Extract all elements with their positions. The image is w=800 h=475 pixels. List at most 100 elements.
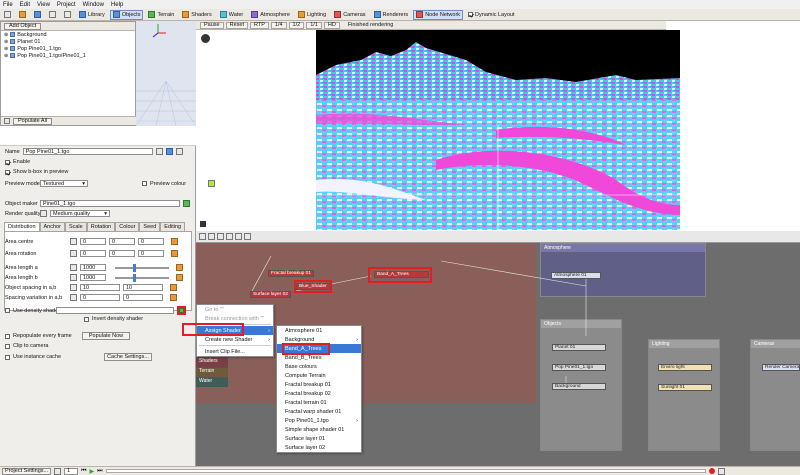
- tab-rotation[interactable]: Rotation: [86, 222, 116, 231]
- new-icon[interactable]: [1, 10, 14, 20]
- render-hd-button[interactable]: HD: [323, 21, 340, 29]
- render-pause-button[interactable]: Pause: [200, 21, 224, 29]
- populate-options-icon[interactable]: [4, 118, 10, 124]
- field-value-input[interactable]: 0: [109, 250, 135, 257]
- submenu-item-surface-layer-01[interactable]: Surface layer 01: [277, 434, 361, 443]
- add-object-button[interactable]: Add Object: [4, 22, 42, 30]
- field-value-input[interactable]: 0: [138, 238, 164, 245]
- play-icon[interactable]: ▶: [90, 468, 95, 475]
- node-planet[interactable]: Planet 01: [552, 344, 606, 351]
- value-slider[interactable]: [115, 273, 169, 282]
- context-menu-item-create-new-shader[interactable]: Create new Shader ›: [197, 335, 273, 344]
- preview-colour-checkbox[interactable]: [142, 181, 147, 186]
- toolbar-atmosphere-button[interactable]: Atmosphere: [248, 10, 293, 20]
- use-instance-cache-checkbox[interactable]: [5, 354, 10, 360]
- toolbar-renderers-button[interactable]: Renderers: [371, 10, 412, 20]
- toolbar-cameras-button[interactable]: Cameras: [331, 10, 368, 20]
- toolbar-objects-button[interactable]: Objects: [109, 9, 144, 20]
- submenu-item-simple-shape-shader-01[interactable]: Simple shape shader 01: [277, 425, 361, 434]
- field-mode-icon[interactable]: [70, 294, 77, 301]
- settings-icon[interactable]: [54, 467, 62, 475]
- object-preview[interactable]: [135, 21, 197, 127]
- toolbar-water-button[interactable]: Water: [217, 10, 246, 20]
- populate-all-button[interactable]: Populate All: [13, 117, 53, 125]
- panel-options-icon[interactable]: [175, 148, 183, 155]
- submenu-item-fractal-terrain-01[interactable]: Fractal terrain 01: [277, 398, 361, 407]
- field-mode-icon[interactable]: [70, 238, 77, 245]
- node-copy-icon[interactable]: [226, 233, 233, 240]
- node-render-camera[interactable]: Render Camera: [762, 364, 800, 371]
- field-value-input[interactable]: 1000: [80, 264, 106, 271]
- field-mode-icon[interactable]: [70, 274, 77, 281]
- field-link-icon[interactable]: [170, 284, 177, 291]
- menu-edit[interactable]: Edit: [20, 2, 30, 8]
- field-value-input[interactable]: 0: [80, 250, 106, 257]
- submenu-item-pop-pine01-1-tgo[interactable]: Pop Pine01_1.tgo ›: [277, 416, 361, 425]
- field-link-icon[interactable]: [171, 238, 178, 245]
- field-link-icon[interactable]: [171, 250, 178, 257]
- node-sunlight[interactable]: Sunlight 01: [658, 384, 712, 391]
- tab-anchor[interactable]: Anchor: [39, 222, 65, 231]
- preview-colour-swatch[interactable]: [208, 180, 216, 187]
- expand-icon[interactable]: ⊕: [4, 53, 8, 59]
- redo-icon[interactable]: [61, 10, 74, 20]
- toolbar-terrain-button[interactable]: Terrain: [145, 10, 177, 20]
- name-options-icon[interactable]: [155, 148, 163, 155]
- render-corner-icon[interactable]: [200, 221, 206, 227]
- frame-input[interactable]: 1: [64, 467, 79, 475]
- value-slider[interactable]: [115, 263, 169, 272]
- timeline-slider[interactable]: [105, 469, 706, 473]
- node-pop-pine[interactable]: Pop Pine01_1.tgo: [552, 364, 606, 371]
- populate-now-button[interactable]: Populate Now: [82, 332, 130, 340]
- first-frame-icon[interactable]: ⏮: [81, 468, 86, 475]
- render-quality-select[interactable]: Medium quality ▾: [50, 210, 110, 217]
- slider-handle[interactable]: [133, 273, 136, 282]
- expand-icon[interactable]: ⊕: [4, 32, 8, 38]
- menu-window[interactable]: Window: [83, 2, 104, 8]
- field-value-input[interactable]: 10: [80, 284, 120, 291]
- help-icon[interactable]: [165, 148, 173, 155]
- menu-view[interactable]: View: [37, 2, 50, 8]
- show-bbox-checkbox[interactable]: [5, 169, 10, 175]
- field-value-input[interactable]: 0: [109, 238, 135, 245]
- undo-icon[interactable]: [46, 10, 59, 20]
- repopulate-checkbox[interactable]: [5, 333, 10, 339]
- field-link-icon[interactable]: [170, 294, 177, 301]
- submenu-item-fractal-breakup-01[interactable]: Fractal breakup 01: [277, 380, 361, 389]
- node-cut-icon[interactable]: [217, 233, 224, 240]
- field-link-icon[interactable]: [176, 274, 183, 281]
- preview-mode-select[interactable]: Textured ▾: [40, 180, 88, 187]
- rendered-image[interactable]: [316, 30, 680, 230]
- submenu-item-base-colours[interactable]: Base colours: [277, 362, 361, 371]
- enable-checkbox[interactable]: [5, 159, 10, 165]
- density-shader-input[interactable]: [56, 307, 174, 314]
- menu-project[interactable]: Project: [57, 2, 76, 8]
- camera-icon[interactable]: [200, 33, 211, 44]
- open-icon[interactable]: [16, 10, 29, 20]
- submenu-item-compute-terrain[interactable]: Compute Terrain: [277, 371, 361, 380]
- record-icon[interactable]: [708, 468, 715, 474]
- field-value-input[interactable]: 1000: [80, 274, 106, 281]
- field-mode-icon[interactable]: [70, 284, 77, 291]
- scene-tree-item[interactable]: ⊕ Pop Pine01_1.tgo: [1, 45, 135, 52]
- field-value-input[interactable]: 0: [80, 238, 106, 245]
- toolbar-node-network-button[interactable]: Node Network: [413, 9, 464, 20]
- field-link-icon[interactable]: [176, 264, 183, 271]
- next-frame-icon[interactable]: ⏭: [97, 468, 102, 475]
- scene-tree-item[interactable]: ⊕ Background: [1, 31, 135, 38]
- object-maker-link-icon[interactable]: [183, 200, 190, 207]
- render-rtp-button[interactable]: RTP: [249, 21, 269, 29]
- node-add-icon[interactable]: [208, 233, 215, 240]
- field-mode-icon[interactable]: [70, 250, 77, 257]
- submenu-item-fractal-warp-shader-01[interactable]: Fractal warp shader 01: [277, 407, 361, 416]
- node-enviro-light[interactable]: Enviro light: [658, 364, 712, 371]
- tab-distribution[interactable]: Distribution: [4, 222, 40, 231]
- node-frame-icon[interactable]: [244, 233, 251, 240]
- node-background[interactable]: Background: [552, 383, 606, 390]
- project-settings-button[interactable]: Project Settings...: [2, 467, 52, 475]
- render-1-4-button[interactable]: 1/4: [270, 21, 287, 29]
- render-1-1-button[interactable]: 1/1: [306, 21, 322, 29]
- object-maker-input[interactable]: Pine01_1.tgo: [40, 200, 180, 207]
- node-zoom-icon[interactable]: [199, 233, 206, 240]
- node-fractal-breakup[interactable]: Fractal breakup 01: [268, 270, 314, 277]
